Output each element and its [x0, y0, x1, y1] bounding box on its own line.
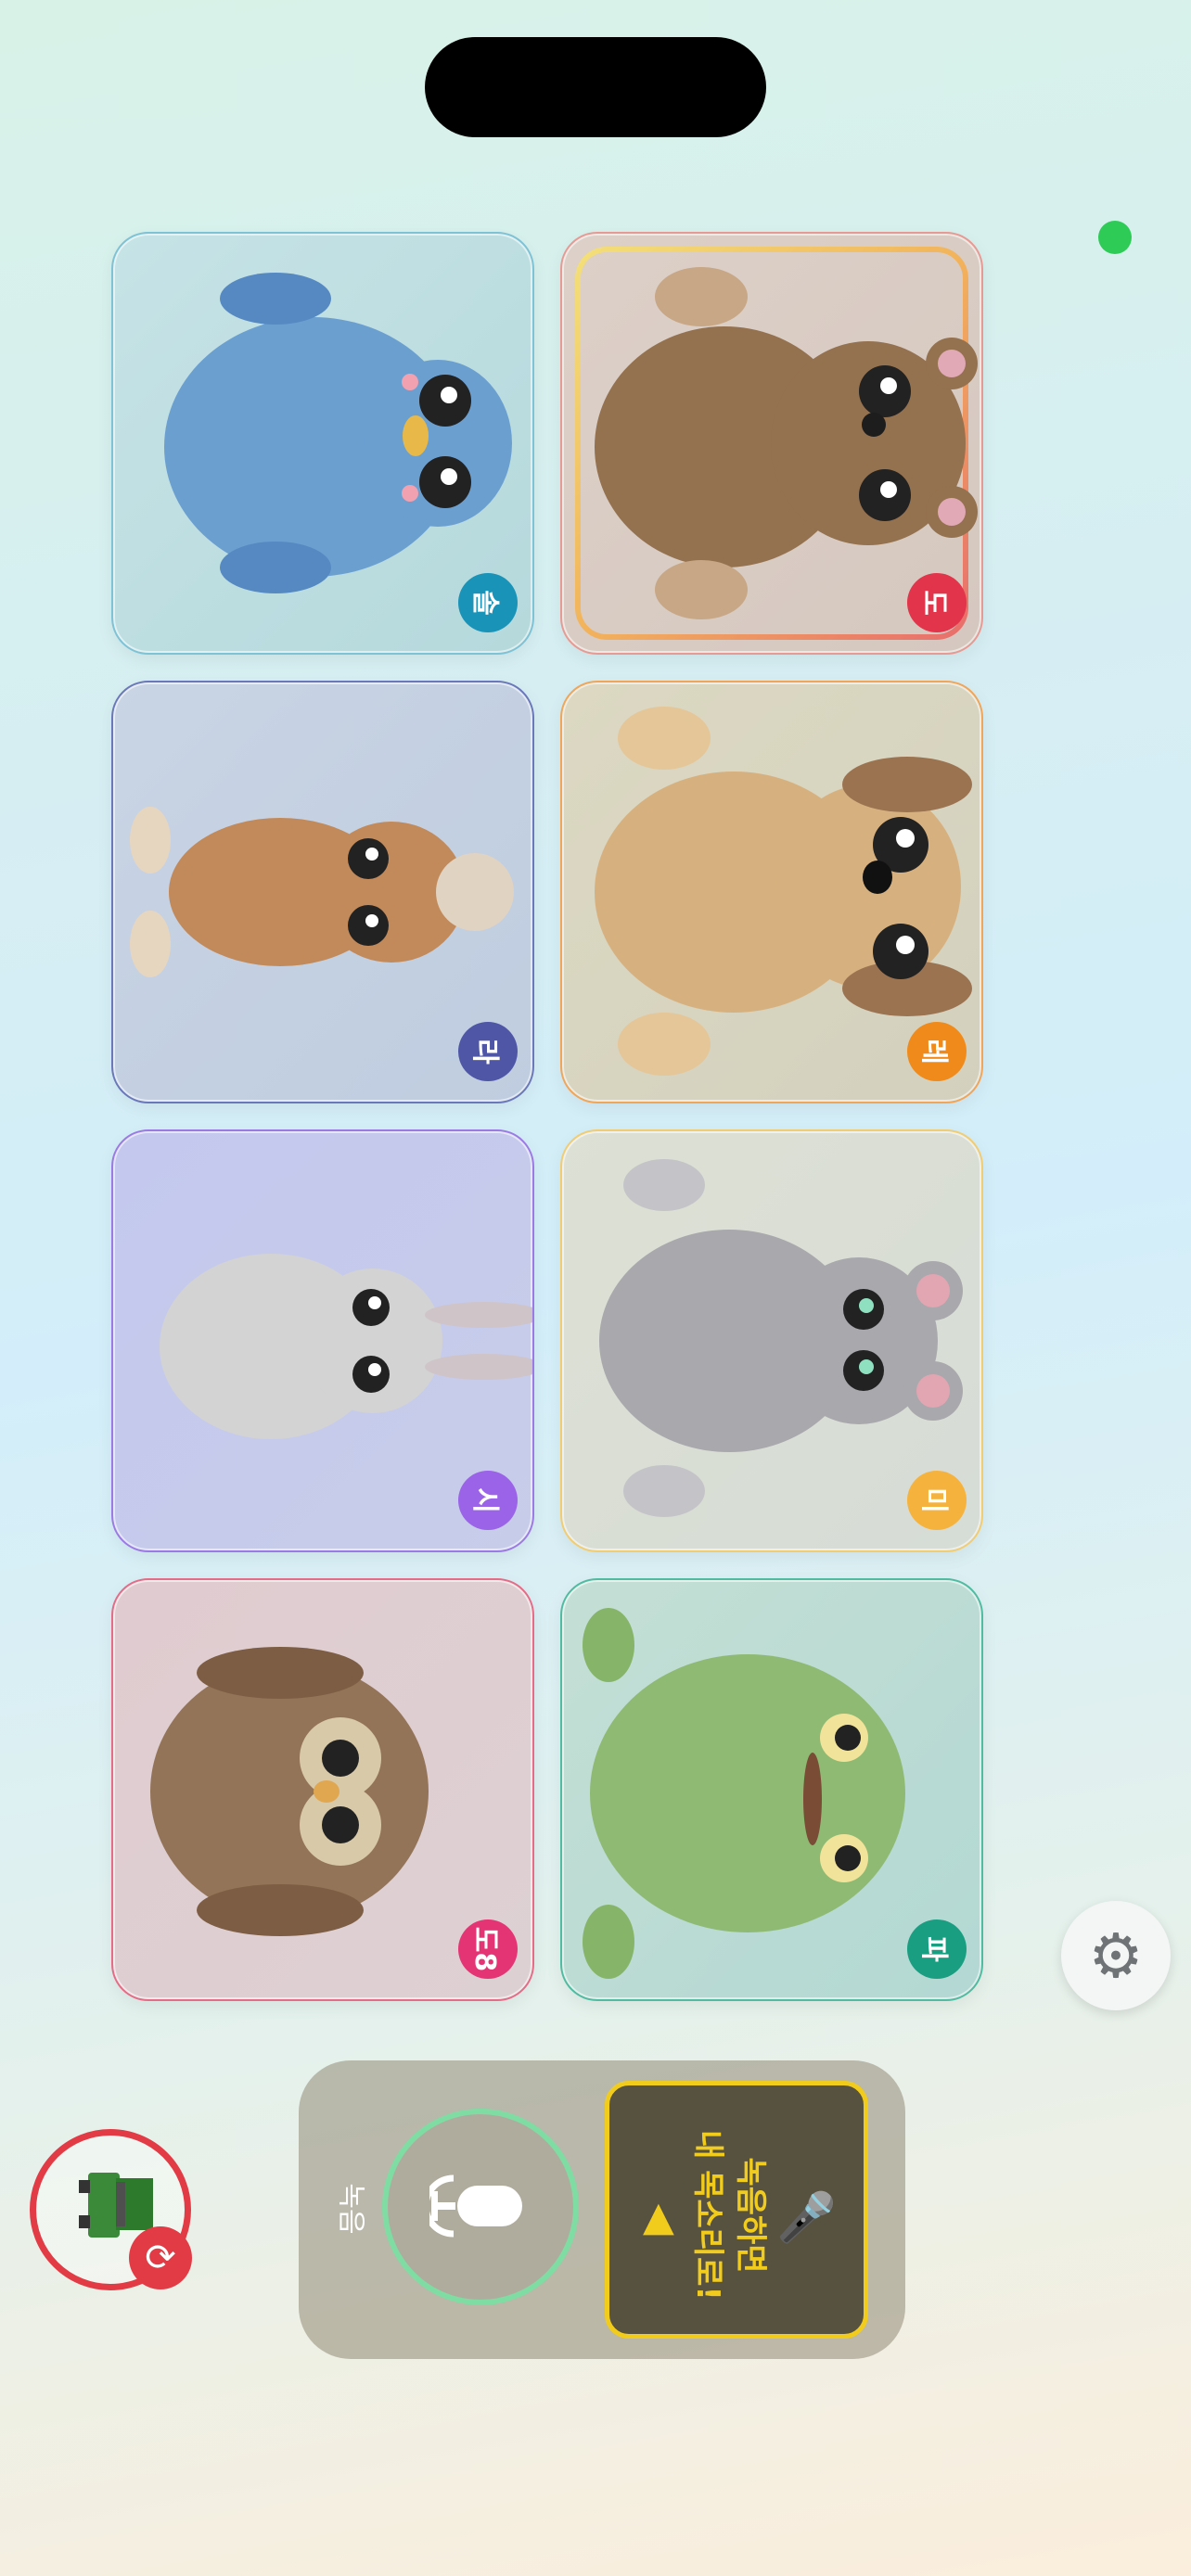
- dynamic-island: [425, 37, 766, 137]
- record-hint-text: 녹음하면 내 목소리로!: [689, 2130, 769, 2301]
- card-frog[interactable]: 파: [560, 1578, 983, 2001]
- note-badge: 미: [907, 1471, 967, 1530]
- gear-icon: ⚙: [1088, 1919, 1144, 1992]
- microphone-icon: 🎤: [776, 2190, 837, 2246]
- card-penguin[interactable]: 솔: [111, 232, 534, 655]
- note-badge: 레: [907, 1022, 967, 1081]
- card-owl[interactable]: 도8: [111, 1578, 534, 2001]
- note-badge: 도8: [458, 1919, 518, 1979]
- play-icon: ▲: [643, 2193, 674, 2240]
- card-dog[interactable]: 레: [560, 681, 983, 1103]
- note-badge: 솔: [458, 573, 518, 632]
- record-button[interactable]: [382, 2109, 579, 2305]
- card-squirrel[interactable]: 라: [111, 681, 534, 1103]
- card-mouse[interactable]: 미: [560, 1129, 983, 1552]
- card-rabbit[interactable]: 시: [111, 1129, 534, 1552]
- recording-panel: 녹음 ▲ 녹음하면 내 목소리로! 🎤: [299, 2060, 905, 2359]
- camera-indicator-dot: [1098, 221, 1132, 254]
- refresh-icon: ⟳: [129, 2226, 192, 2289]
- record-hint-card[interactable]: ▲ 녹음하면 내 목소리로! 🎤: [605, 2081, 868, 2339]
- note-badge: 도: [907, 573, 967, 632]
- settings-button[interactable]: ⚙: [1061, 1901, 1171, 2010]
- note-badge: 파: [907, 1919, 967, 1979]
- note-badge: 라: [458, 1022, 518, 1081]
- theme-switch-button[interactable]: ⟳: [30, 2129, 192, 2290]
- microphone-icon: [429, 2174, 522, 2238]
- note-badge: 시: [458, 1471, 518, 1530]
- card-bear[interactable]: 도: [560, 232, 983, 655]
